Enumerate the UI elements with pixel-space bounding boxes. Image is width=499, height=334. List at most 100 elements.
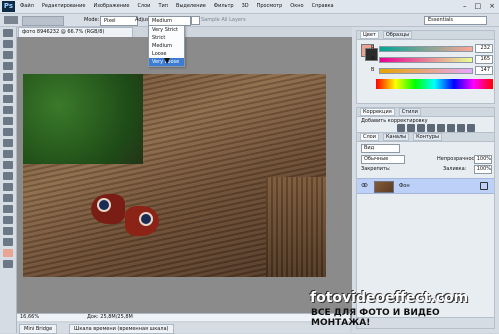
butterfly-eye-spot-left [97,198,111,212]
mode-label: Mode: [84,17,100,23]
black-white-icon[interactable] [467,124,475,132]
document-size: Док: 25,8M/25,8M [87,314,133,320]
wood-plank-right [266,177,326,277]
dropdown-item-very-strict[interactable]: Very Strict [149,26,184,34]
tab-adjustments[interactable]: Коррекция [360,108,395,116]
bottom-tabs: Mini Bridge Шкала времени (временная шка… [17,323,350,334]
fill-label: Заливка: [443,166,467,172]
r-value[interactable]: 232 [475,44,493,53]
menu-item-type[interactable]: Тип [158,3,168,9]
grass-area [23,74,143,164]
fill-value[interactable]: 100% [474,165,492,174]
hue-saturation-icon[interactable] [447,124,455,132]
foreground-color-swatch[interactable] [3,249,13,257]
hand-tool-icon[interactable] [3,227,13,235]
layer-name[interactable]: Фон [399,183,410,189]
b-value[interactable]: 147 [475,66,493,75]
tab-styles[interactable]: Стили [398,108,421,116]
document-image[interactable] [23,74,326,277]
opacity-value[interactable]: 100% [474,155,492,164]
right-panels: Цвет Образцы R 232 G 165 B 147 Коррекция… [352,27,499,333]
minimize-button[interactable]: – [463,2,467,10]
brush-tool-icon[interactable] [3,106,13,114]
tool-preset-icon[interactable] [4,16,18,24]
exposure-icon[interactable] [427,124,435,132]
watermark-site: fotovideoeffect.com [310,290,469,306]
layers-panel-header: Слои Каналы Контуры [357,133,494,142]
shape-tool-icon[interactable] [3,216,13,224]
crop-tool-icon[interactable] [3,73,13,81]
zoom-tool-icon[interactable] [3,238,13,246]
color-balance-icon[interactable] [457,124,465,132]
butterfly-image [91,194,159,249]
layer-row-background[interactable]: Фон [357,178,494,194]
eye-icon[interactable] [361,182,368,188]
dodge-tool-icon[interactable] [3,172,13,180]
levels-icon[interactable] [407,124,415,132]
blur-tool-icon[interactable] [3,161,13,169]
g-label: G [371,56,375,62]
menu-item-3d[interactable]: 3D [242,3,249,9]
b-slider[interactable] [379,68,473,74]
tab-swatches[interactable]: Образцы [382,31,413,39]
mode-select[interactable]: Pixel [100,16,138,26]
menu-item-window[interactable]: Окно [290,3,303,9]
menu-item-image[interactable]: Изображение [93,3,129,9]
color-panel-header: Цвет Образцы [357,31,494,40]
workspace-select[interactable]: Essentials [424,16,487,25]
pen-tool-icon[interactable] [3,183,13,191]
dropdown-item-medium[interactable]: Medium [149,42,184,50]
curves-icon[interactable] [417,124,425,132]
layer-thumbnail [374,181,394,193]
color-panel: Цвет Образцы R 232 G 165 B 147 [356,30,495,104]
menu-item-help[interactable]: Справка [312,3,334,9]
marquee-tool-icon[interactable] [3,40,13,48]
r-slider[interactable] [379,46,473,52]
photoshop-logo: Ps [2,1,15,12]
eyedropper-tool-icon[interactable] [3,84,13,92]
close-button[interactable]: × [489,2,495,10]
options-bar: Mode: Pixel Adjustments: Medium Sample A… [0,14,499,27]
g-slider[interactable] [379,57,473,63]
eraser-tool-icon[interactable] [3,139,13,147]
menu-item-view[interactable]: Просмотр [257,3,283,9]
path-select-tool-icon[interactable] [3,205,13,213]
tab-color[interactable]: Цвет [360,31,379,39]
gradient-tool-icon[interactable] [3,150,13,158]
vibrance-icon[interactable] [437,124,445,132]
tab-paths[interactable]: Контуры [413,133,442,141]
sample-all-layers-label: Sample All Layers [201,17,246,23]
menu-item-select[interactable]: Выделение [176,3,206,9]
blend-mode-select[interactable]: Обычные [361,155,405,164]
layer-kind-filter[interactable]: Вид [361,144,400,153]
healing-tool-icon[interactable] [3,95,13,103]
tab-channels[interactable]: Каналы [383,133,410,141]
lasso-tool-icon[interactable] [3,51,13,59]
color-spectrum[interactable] [376,79,493,89]
lock-icon [480,182,488,190]
zoom-level[interactable]: 16,66% [20,314,39,321]
butterfly-eye-spot-right [139,212,153,226]
move-tool-icon[interactable] [3,29,13,37]
type-tool-icon[interactable] [3,194,13,202]
tab-layers[interactable]: Слои [360,133,379,141]
dropdown-item-loose[interactable]: Loose [149,50,184,58]
g-value[interactable]: 165 [475,55,493,64]
history-brush-tool-icon[interactable] [3,128,13,136]
mouse-cursor-icon [164,58,170,64]
menu-item-layers[interactable]: Слои [137,3,150,9]
selection-mode-icons[interactable] [22,16,64,26]
menu-item-edit[interactable]: Редактирование [42,3,86,9]
quick-select-tool-icon[interactable] [3,62,13,70]
main-menu: Файл Редактирование Изображение Слои Тип… [20,3,334,9]
b-label: B [371,67,375,73]
adjustments-panel-header: Коррекция Стили [357,108,494,117]
menu-item-filter[interactable]: Фильтр [214,3,234,9]
quick-mask-icon[interactable] [3,260,13,268]
brightness-icon[interactable] [397,124,405,132]
stamp-tool-icon[interactable] [3,117,13,125]
menu-item-file[interactable]: Файл [20,3,34,9]
sample-all-layers-checkbox[interactable] [191,16,200,25]
maximize-button[interactable]: □ [475,2,482,10]
dropdown-item-strict[interactable]: Strict [149,34,184,42]
